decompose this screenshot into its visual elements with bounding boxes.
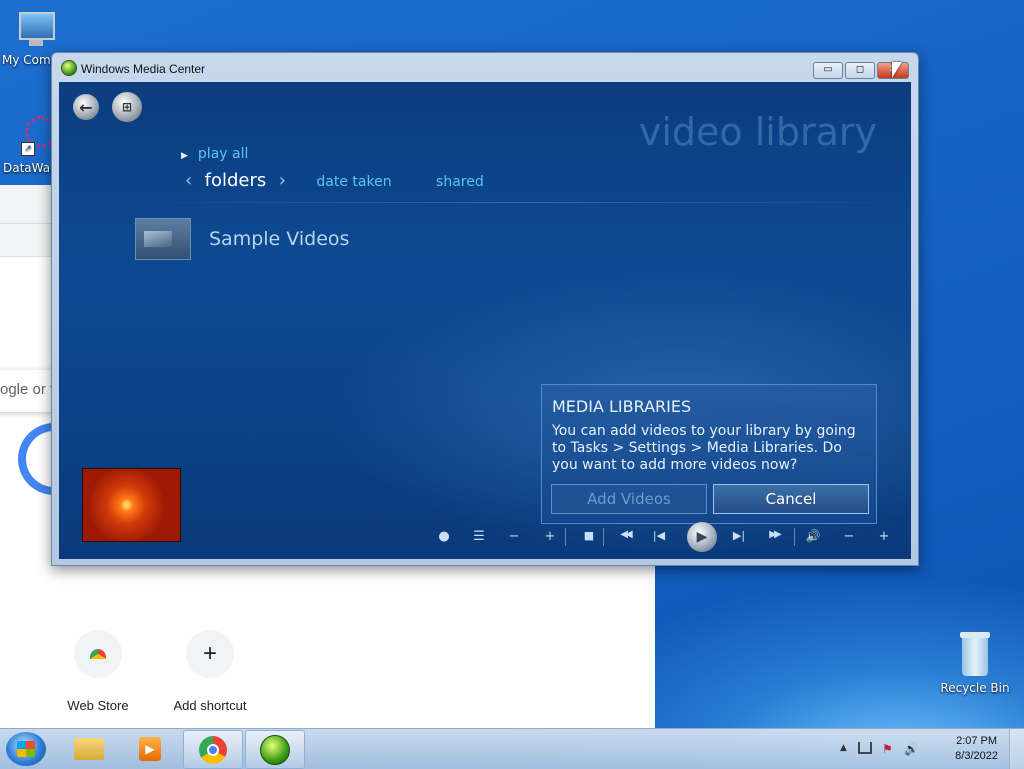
clock-time: 2:07 PM [956, 735, 998, 747]
media-center-window: Windows Media Center ▭ ◻ ✕ ← ⊞ video lib… [51, 52, 919, 566]
media-libraries-dialog: MEDIA LIBRARIES You can add videos to yo… [541, 384, 877, 524]
windows-logo-icon [17, 741, 35, 757]
recycle-bin-icon [958, 632, 992, 678]
show-desktop-button[interactable] [1009, 729, 1024, 769]
view-option-shared[interactable]: shared [436, 174, 484, 190]
view-selector: ‹ folders › date taken shared [185, 170, 484, 191]
shortcut-label: Add shortcut [173, 698, 247, 713]
cancel-button[interactable]: Cancel [713, 484, 869, 514]
plus-icon: + [186, 630, 234, 678]
taskbar-chrome[interactable] [183, 730, 243, 769]
media-center-content: ← ⊞ video library ▶ play all ‹ folders › … [59, 82, 911, 559]
shortcut-add[interactable]: + Add shortcut [155, 630, 265, 713]
windows-logo-icon: ⊞ [121, 100, 133, 114]
chrome-web-store-icon [74, 630, 122, 678]
previous-button[interactable]: |◀ [649, 529, 669, 542]
media-center-logo-icon [61, 60, 77, 76]
taskbar-explorer[interactable] [60, 730, 118, 767]
play-button[interactable]: ▶ [687, 522, 717, 552]
view-option-folders[interactable]: folders [205, 170, 267, 191]
separator [565, 528, 566, 546]
datawag-shortcut-icon: ↗ [15, 116, 57, 158]
taskbar-media-center[interactable] [245, 730, 305, 769]
channel-up-button[interactable]: + [540, 529, 560, 544]
shortcut-label: Web Store [67, 698, 129, 713]
folder-icon [74, 737, 104, 760]
channel-down-button[interactable]: − [504, 529, 524, 544]
maximize-button[interactable]: ◻ [845, 62, 875, 79]
chevron-left-icon[interactable]: ‹ [185, 170, 192, 191]
taskbar-media-player[interactable]: ▶ [121, 730, 179, 767]
now-playing-thumbnail[interactable] [82, 468, 181, 542]
separator [794, 528, 795, 546]
window-title: Windows Media Center [81, 62, 206, 76]
clock[interactable]: 2:07 PM 8/3/2022 [955, 734, 998, 764]
media-center-logo-icon [260, 734, 290, 765]
dialog-message: You can add videos to your library by go… [552, 423, 856, 473]
guide-list-button[interactable]: ☰ [469, 529, 489, 544]
computer-icon [15, 10, 55, 50]
title-bar[interactable]: Windows Media Center ▭ ◻ ✕ [52, 53, 918, 81]
media-player-icon: ▶ [139, 736, 161, 761]
desktop-icon-recycle-bin[interactable]: Recycle Bin [940, 632, 1010, 695]
view-option-date-taken[interactable]: date taken [316, 174, 391, 190]
play-triangle-icon: ▶ [181, 151, 188, 161]
library-item-label: Sample Videos [209, 228, 350, 250]
play-all-label: play all [197, 146, 249, 162]
back-arrow-icon: ← [79, 97, 93, 117]
volume-icon[interactable]: 🔊 [904, 742, 919, 756]
play-all-link[interactable]: ▶ play all [181, 146, 248, 162]
desktop-icon-label: Recycle Bin [940, 681, 1010, 695]
minimize-button[interactable]: ▭ [813, 62, 843, 79]
folder-thumbnail [135, 218, 191, 260]
fast-forward-button[interactable]: ▶▶ [759, 529, 789, 540]
separator [603, 528, 604, 546]
record-button[interactable]: ● [434, 529, 454, 544]
shortcut-web-store[interactable]: Web Store [43, 630, 153, 713]
next-button[interactable]: ▶| [729, 529, 749, 542]
chevron-right-icon[interactable]: › [279, 170, 286, 191]
stop-button[interactable]: ■ [579, 529, 599, 542]
clock-date: 8/3/2022 [955, 750, 998, 762]
divider [141, 202, 911, 203]
taskbar: ▶ ▲ ⚑ 🔊 2:07 PM 8/3/2022 [0, 728, 1024, 769]
start-button[interactable] [6, 732, 46, 766]
page-title: video library [638, 110, 877, 154]
volume-down-button[interactable]: − [839, 529, 859, 544]
action-center-flag-icon[interactable]: ⚑ [882, 742, 893, 756]
network-icon[interactable] [858, 742, 872, 754]
start-orb-button[interactable]: ⊞ [112, 92, 142, 122]
back-button[interactable]: ← [73, 94, 99, 120]
add-videos-button[interactable]: Add Videos [551, 484, 707, 514]
library-item[interactable]: Sample Videos [135, 218, 349, 260]
system-tray: ▲ ⚑ 🔊 2:07 PM 8/3/2022 [834, 729, 1024, 769]
transport-controls: ● ☰ − + ■ ◀◀ |◀ ▶ ▶| ▶▶ 🔊 − + [434, 522, 904, 552]
rewind-button[interactable]: ◀◀ [610, 529, 640, 540]
dialog-title: MEDIA LIBRARIES [552, 397, 692, 416]
volume-mute-button[interactable]: 🔊 [803, 529, 823, 543]
chrome-icon [199, 735, 227, 764]
mouse-cursor-icon [892, 62, 902, 78]
volume-up-button[interactable]: + [874, 529, 894, 544]
show-hidden-icons-button[interactable]: ▲ [840, 743, 847, 753]
